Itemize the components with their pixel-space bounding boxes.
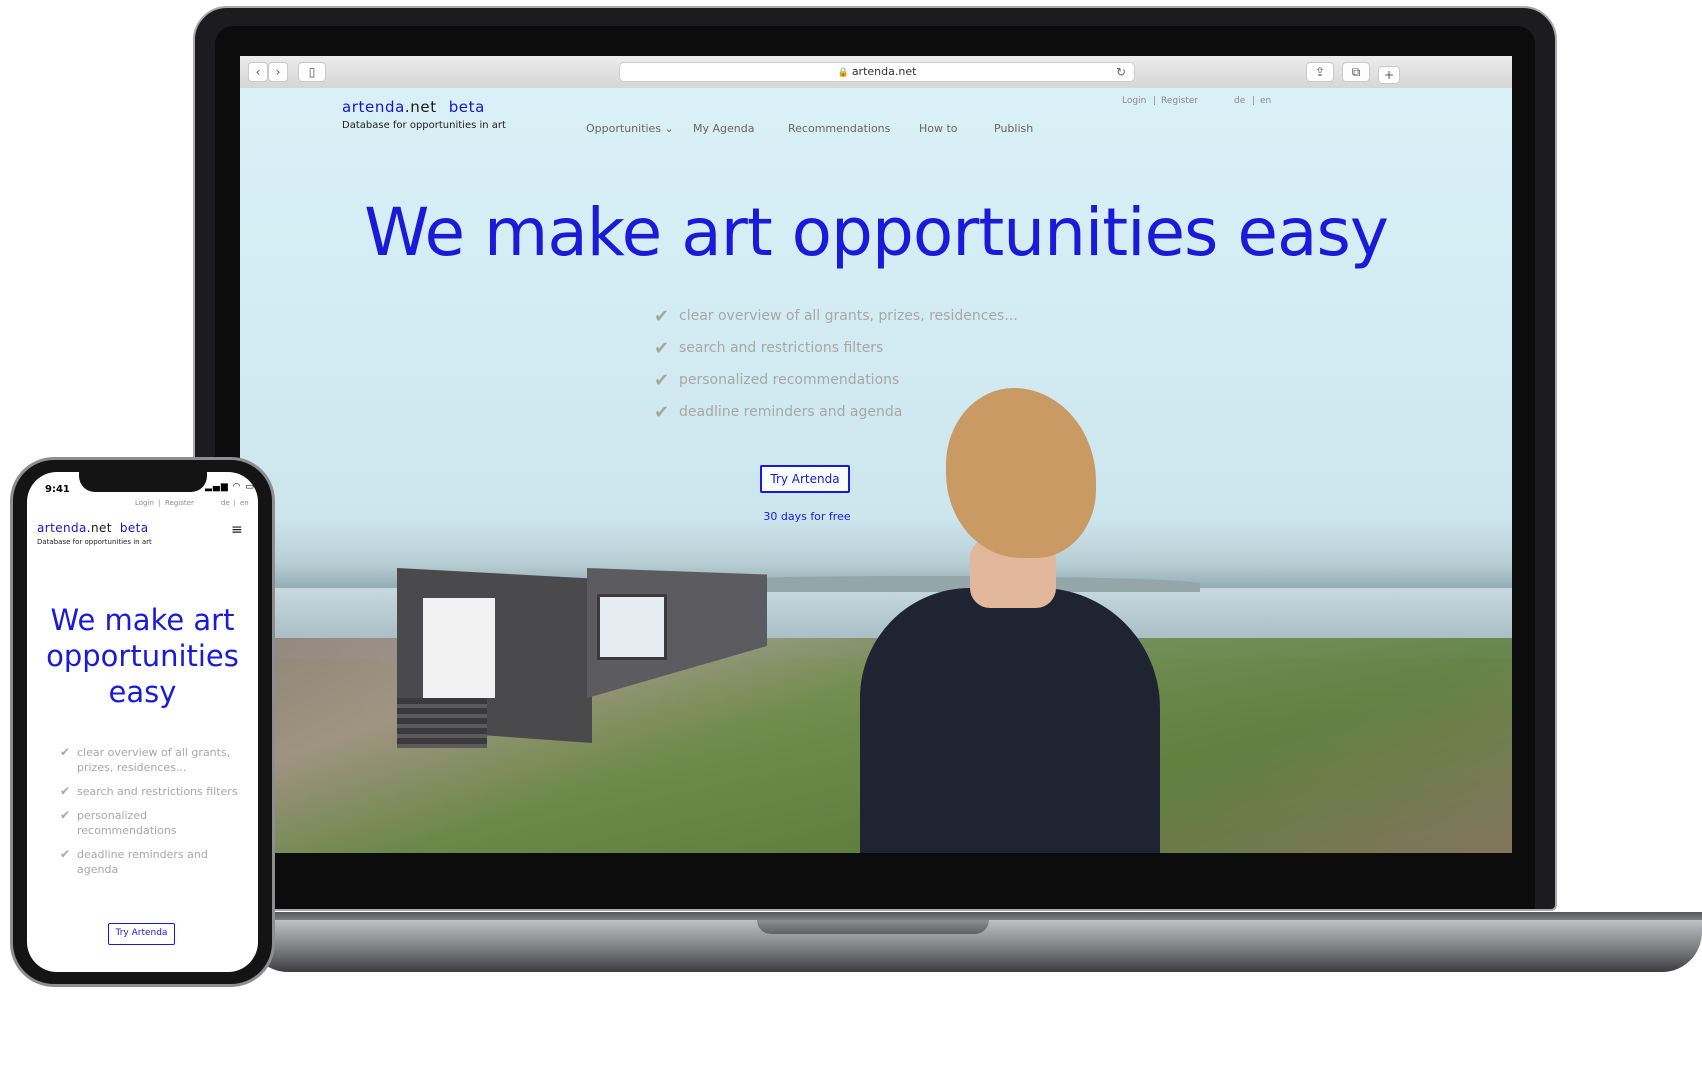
nav-recommendations[interactable]: Recommendations — [788, 122, 890, 135]
lang-separator: | — [1252, 96, 1256, 106]
phone-lang-separator: | — [233, 499, 236, 507]
phone-top-separator: | — [158, 499, 161, 507]
beta-badge: beta — [448, 98, 485, 116]
feature-item: ✔ deadline reminders and agenda — [654, 401, 903, 423]
phone-feature-item: ✔ deadline reminders and agenda — [60, 847, 208, 876]
site-logo[interactable]: artenda.net beta Database for opportuniti… — [342, 98, 506, 131]
phone-register-link[interactable]: Register — [165, 499, 194, 507]
phone-lang-en[interactable]: en — [240, 499, 249, 507]
phone-feature-item: ✔ personalized recommendations — [60, 808, 177, 837]
brand-tld: .net — [404, 98, 437, 116]
site-tagline: Database for opportunities in art — [342, 120, 506, 131]
lang-de[interactable]: de — [1234, 96, 1245, 106]
laptop-notch — [757, 920, 989, 934]
phone-brand-tld: .net — [86, 521, 112, 535]
phone-try-artenda-button[interactable]: Try Artenda — [108, 923, 175, 945]
lang-en[interactable]: en — [1260, 96, 1271, 106]
status-time: 9:41 — [45, 484, 70, 495]
hero-heading: We make art opportunities easy — [364, 194, 1389, 271]
nav-my-agenda[interactable]: My Agenda — [693, 122, 754, 135]
phone-notch — [79, 472, 207, 492]
phone-frame: 9:41 ▂▄▆ ◠ ▭ Login | Register de | en ar… — [10, 457, 275, 987]
phone-feature-list: ✔ clear overview of all grants, prizes, r… — [60, 745, 245, 886]
check-icon: ✔ — [654, 369, 670, 391]
phone-screen: 9:41 ▂▄▆ ◠ ▭ Login | Register de | en ar… — [27, 472, 258, 972]
trial-note: 30 days for free — [763, 510, 851, 523]
feature-item: ✔ search and restrictions filters — [654, 337, 884, 359]
check-icon: ✔ — [654, 337, 670, 359]
phone-brand-name: artenda — [37, 521, 87, 535]
try-artenda-button[interactable]: Try Artenda — [760, 465, 850, 493]
back-icon[interactable]: ‹ — [248, 62, 268, 82]
url-text: artenda.net — [851, 65, 917, 78]
brand-name: artenda — [342, 98, 405, 116]
feature-item: ✔ personalized recommendations — [654, 369, 900, 391]
nav-how-to[interactable]: How to — [919, 122, 958, 135]
lock-icon: 🔒 — [837, 68, 849, 78]
forward-icon[interactable]: › — [268, 62, 288, 82]
browser-toolbar: ‹ › ▯ 🔒 artenda.net ↻ ⇪ ⧉ + — [240, 56, 1512, 89]
tabs-icon[interactable]: ⧉ — [1342, 62, 1370, 82]
check-icon: ✔ — [60, 847, 71, 861]
check-icon: ✔ — [60, 784, 71, 798]
register-link[interactable]: Register — [1161, 96, 1198, 106]
phone-beta-badge: beta — [119, 521, 149, 535]
phone-site-tagline: Database for opportunities in art — [37, 538, 152, 546]
hamburger-menu-icon[interactable]: ≡ — [231, 522, 243, 538]
phone-login-link[interactable]: Login — [135, 499, 154, 507]
reload-icon[interactable]: ↻ — [1116, 63, 1126, 81]
feature-list: ✔ clear overview of all grants, prizes, r… — [654, 300, 1018, 428]
phone-site-logo[interactable]: artenda.net beta Database for opportuniti… — [37, 521, 152, 546]
check-icon: ✔ — [60, 808, 71, 822]
new-tab-icon[interactable]: + — [1378, 66, 1400, 84]
login-link[interactable]: Login — [1122, 96, 1146, 106]
nav-opportunities[interactable]: Opportunities ⌄ — [586, 122, 674, 135]
check-icon: ✔ — [654, 401, 670, 423]
sidebar-icon[interactable]: ▯ — [298, 62, 326, 82]
phone-feature-item: ✔ search and restrictions filters — [60, 784, 238, 798]
woman-image — [860, 388, 1160, 853]
feature-item: ✔ clear overview of all grants, prizes, r… — [654, 305, 1018, 327]
status-icons: ▂▄▆ ◠ ▭ — [205, 482, 255, 492]
laptop-screen: ‹ › ▯ 🔒 artenda.net ↻ ⇪ ⧉ + artenda.net be… — [240, 56, 1512, 853]
cabin-image — [397, 558, 767, 748]
phone-hero-heading: We make art opportunities easy — [46, 603, 239, 709]
address-bar[interactable]: 🔒 artenda.net ↻ — [619, 62, 1135, 82]
top-separator: | — [1153, 96, 1157, 106]
phone-feature-item: ✔ clear overview of all grants, prizes, r… — [60, 745, 231, 774]
check-icon: ✔ — [654, 305, 670, 327]
web-page: artenda.net beta Database for opportuniti… — [240, 88, 1512, 853]
phone-lang-de[interactable]: de — [221, 499, 230, 507]
nav-publish[interactable]: Publish — [994, 122, 1033, 135]
check-icon: ✔ — [60, 745, 71, 759]
share-icon[interactable]: ⇪ — [1306, 62, 1334, 82]
